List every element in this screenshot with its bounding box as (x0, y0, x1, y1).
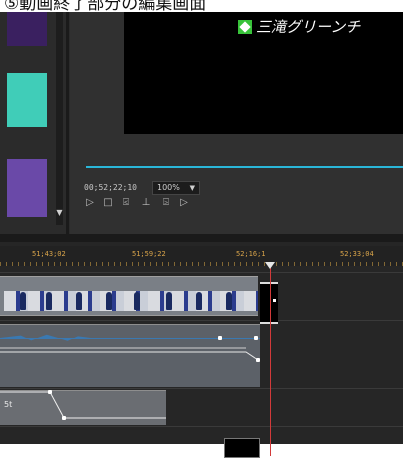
dancer-figure (106, 292, 112, 310)
step-forward-icon[interactable]: ▷ (178, 197, 190, 209)
mark-out-icon[interactable]: ⍄ (160, 197, 172, 209)
project-panel-scrollbar[interactable] (56, 12, 63, 225)
editor-window: ▼ 三滝グリーンチ 00;52;22;10 100% ▼ ▷ □ ⍃ ⊥ ⍄ ▷… (0, 12, 403, 458)
black-video-clip[interactable] (224, 438, 260, 458)
dancer-figure (76, 292, 82, 310)
zoom-value: 100% (157, 183, 180, 192)
track-separator (0, 426, 403, 427)
ruler-label: 51;59;22 (132, 250, 166, 258)
audio-fade-lines (0, 347, 259, 361)
chevron-down-icon: ▼ (189, 184, 195, 192)
dancer-figure (134, 292, 140, 310)
ruler-label: 51;43;02 (32, 250, 66, 258)
dancer-figure (196, 292, 202, 310)
ruler-label: 52;33;04 (340, 250, 374, 258)
opacity-keyframe[interactable] (62, 416, 66, 420)
video-thumbnail-strip (4, 291, 258, 311)
opacity-fade-line (0, 391, 166, 419)
volume-keyframe[interactable] (256, 358, 260, 362)
lift-icon[interactable]: ⊥ (140, 197, 152, 209)
playhead[interactable] (270, 266, 271, 456)
track-separator (0, 272, 403, 273)
dancer-figure (226, 292, 232, 310)
project-thumbnail-purple[interactable] (7, 12, 47, 46)
dancer-figure (166, 292, 172, 310)
scroll-down-icon[interactable]: ▼ (56, 208, 63, 218)
ruler-ticks (0, 262, 403, 266)
monitor-scrub-bar[interactable] (86, 166, 403, 168)
project-thumbnail-teal[interactable] (7, 73, 47, 127)
dancer-figure (46, 292, 52, 310)
track-separator (0, 388, 403, 389)
opacity-keyframe[interactable] (48, 390, 52, 394)
ruler-label: 52;16;1 (236, 250, 266, 258)
dancer-figure (20, 292, 26, 310)
timecode-display[interactable]: 00;52;22;10 (84, 182, 144, 194)
panel-divider-horizontal[interactable] (0, 234, 403, 242)
track-separator (0, 320, 403, 321)
overlay-logo-icon (238, 20, 252, 34)
stop-icon[interactable]: □ (102, 197, 114, 209)
overlay-title-text: 三滝グリーンチ (256, 18, 361, 36)
panel-divider-vertical[interactable] (66, 12, 69, 234)
mark-in-icon[interactable]: ⍃ (120, 197, 132, 209)
play-icon[interactable]: ▷ (84, 197, 96, 209)
video-clip-tail[interactable] (260, 282, 278, 324)
zoom-select[interactable]: 100% ▼ (152, 181, 200, 195)
project-thumbnail-violet[interactable] (7, 159, 47, 217)
